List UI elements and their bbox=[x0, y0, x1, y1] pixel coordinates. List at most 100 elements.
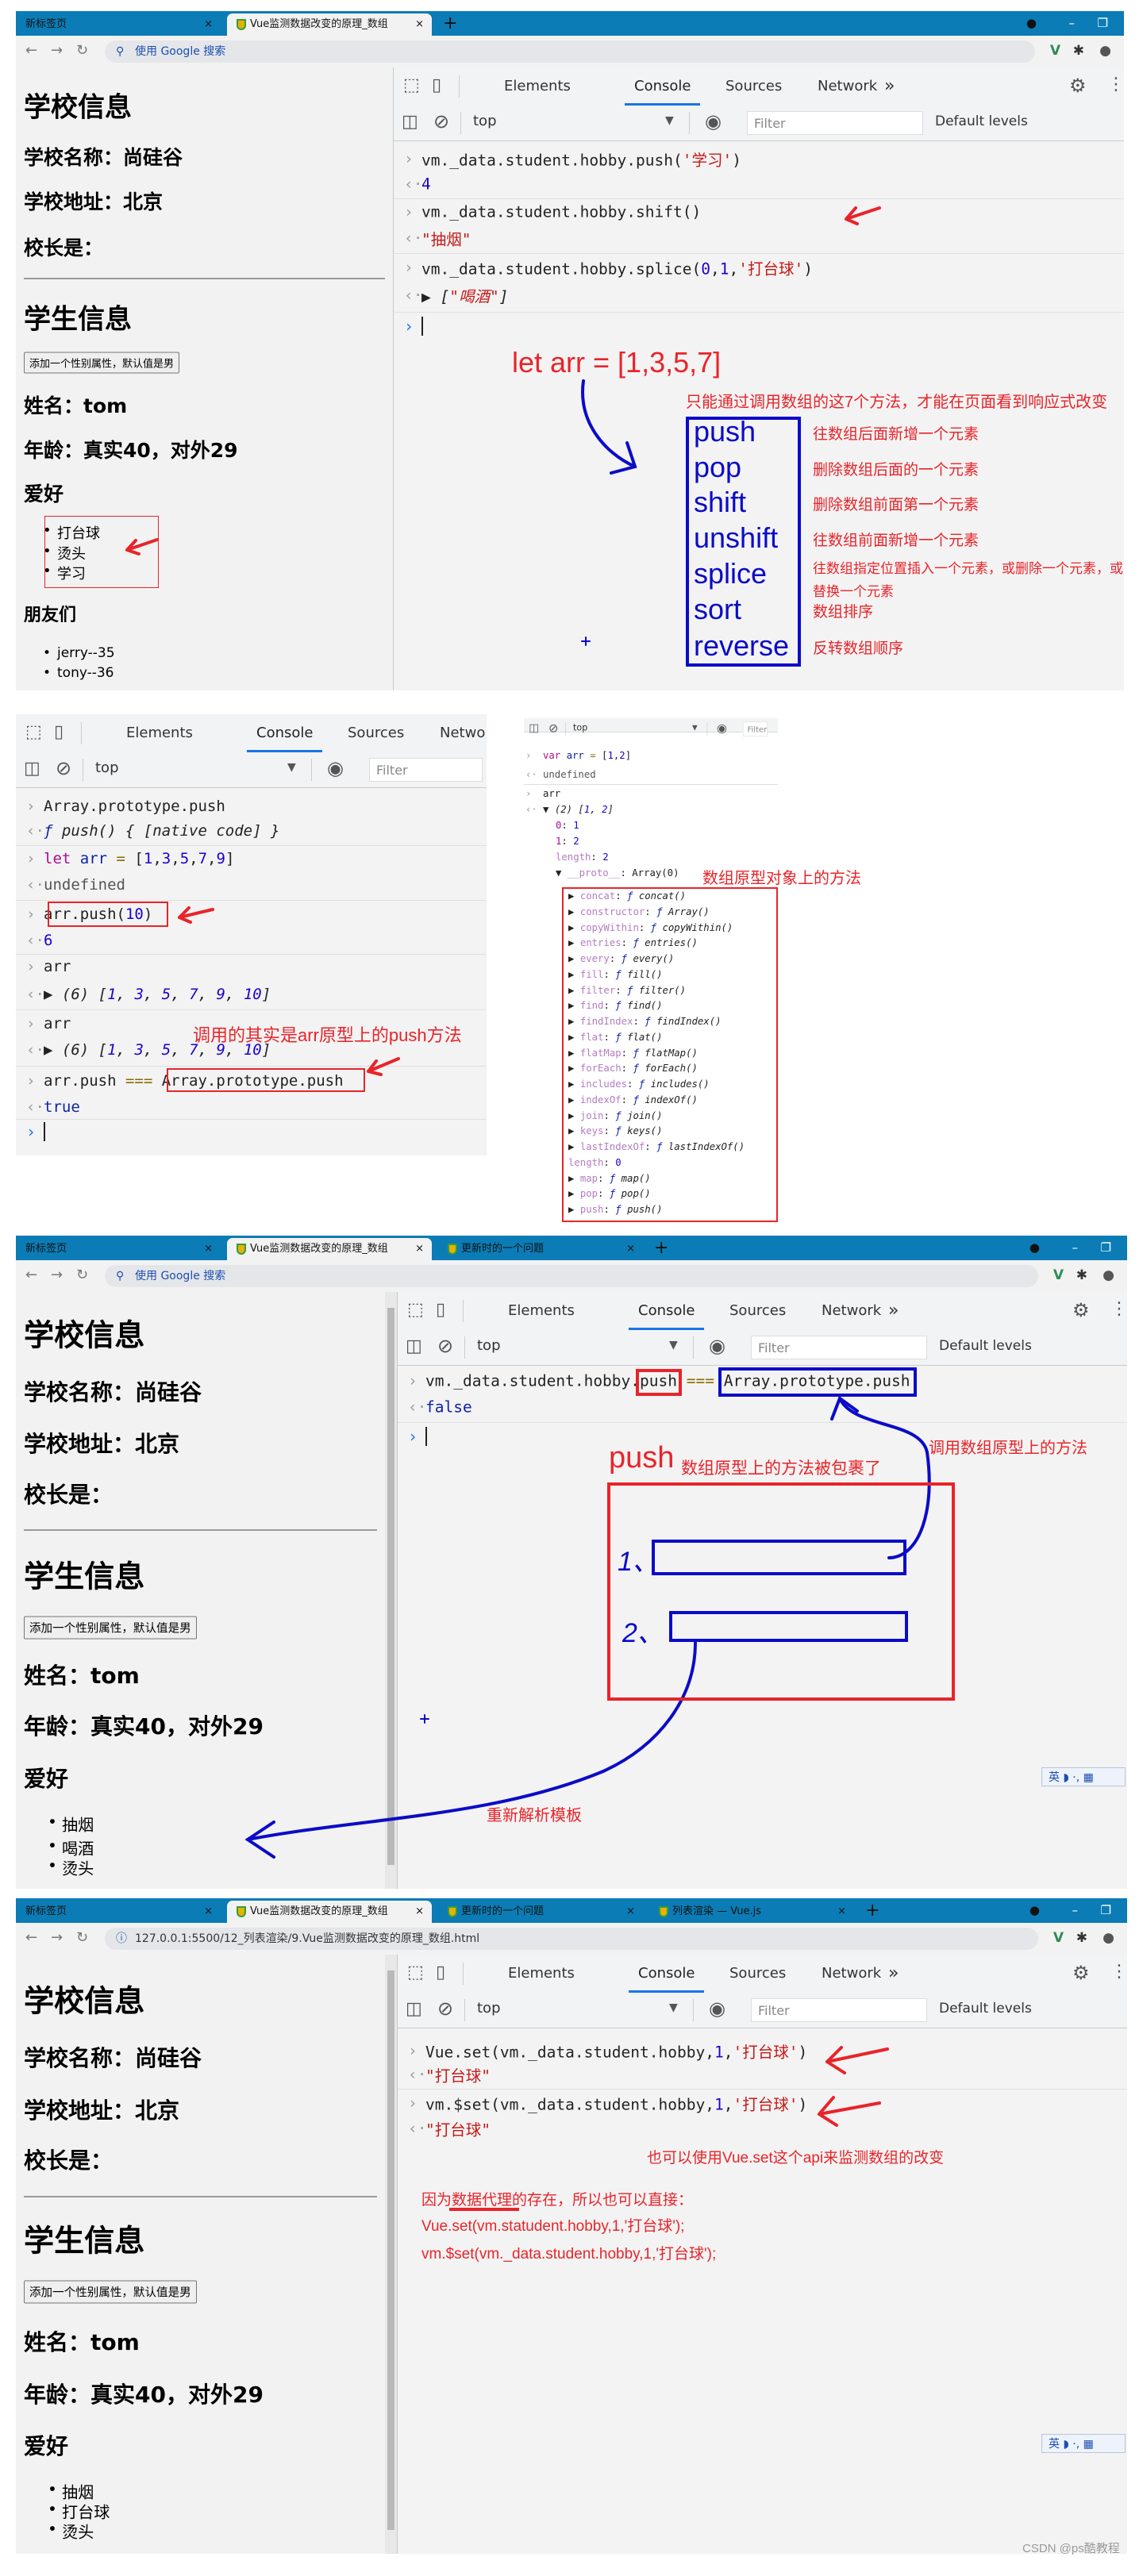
console-input-line[interactable]: vm._data.student.hobby.shift() bbox=[421, 203, 701, 221]
clear-console-icon[interactable]: ⊘ bbox=[437, 1335, 453, 1357]
close-tab-icon[interactable]: × bbox=[837, 1901, 846, 1923]
device-toolbar-icon[interactable]: ▯ bbox=[432, 75, 441, 95]
tab-elements[interactable]: Elements bbox=[504, 67, 571, 106]
inspect-element-icon[interactable]: ⬚ bbox=[25, 722, 42, 742]
filter-input[interactable]: Filter bbox=[742, 721, 768, 736]
chevron-down-icon[interactable]: ▼ bbox=[665, 114, 674, 127]
add-sex-button[interactable]: 添加一个性别属性，默认值是男 bbox=[24, 2280, 197, 2304]
clear-console-icon[interactable]: ⊘ bbox=[56, 757, 71, 779]
sidebar-toggle-icon[interactable]: ◫ bbox=[529, 722, 539, 735]
device-toolbar-icon[interactable]: ▯ bbox=[54, 722, 64, 742]
eye-icon[interactable]: ◉ bbox=[327, 757, 344, 779]
chevron-down-icon[interactable]: ▼ bbox=[692, 724, 698, 732]
account-icon[interactable]: ● bbox=[1103, 1267, 1114, 1283]
chevron-down-icon[interactable]: ▼ bbox=[669, 2001, 678, 2014]
browser-tab[interactable]: 新标签页 × bbox=[16, 1901, 221, 1923]
minimize-icon[interactable]: – bbox=[1072, 1898, 1079, 1923]
tab-sources[interactable]: Sources bbox=[729, 1955, 786, 1993]
more-tabs-button[interactable]: » bbox=[884, 67, 895, 106]
tab-network[interactable]: Network bbox=[822, 1292, 881, 1330]
new-tab-button[interactable]: + bbox=[443, 11, 457, 36]
eye-icon[interactable]: ◉ bbox=[709, 1997, 725, 2020]
forward-icon[interactable]: → bbox=[51, 1267, 63, 1283]
close-tab-icon[interactable]: × bbox=[415, 13, 424, 36]
reload-icon[interactable]: ↻ bbox=[76, 42, 88, 59]
scrollbar-thumb[interactable] bbox=[387, 1308, 394, 1865]
scrollbar-thumb[interactable] bbox=[387, 1970, 394, 2530]
tab-console[interactable]: Console bbox=[624, 67, 702, 106]
sidebar-toggle-icon[interactable]: ◫ bbox=[24, 759, 40, 779]
ime-indicator[interactable]: 英 ◗ ·, ▦ bbox=[1041, 1767, 1126, 1786]
tab-console[interactable]: Console bbox=[628, 1292, 706, 1330]
address-bar[interactable]: ⚲ 使用 Google 搜索 bbox=[105, 40, 1035, 63]
tab-network[interactable]: Network bbox=[822, 1955, 881, 1993]
context-select[interactable]: top bbox=[573, 723, 587, 733]
chevron-down-icon[interactable]: ▼ bbox=[669, 1339, 678, 1351]
page-scrollbar[interactable] bbox=[385, 1955, 397, 2554]
more-tabs-button[interactable]: » bbox=[888, 1955, 899, 1993]
tab-console[interactable]: Console bbox=[246, 714, 324, 752]
browser-tab[interactable]: 新标签页 × bbox=[16, 1238, 221, 1260]
reload-icon[interactable]: ↻ bbox=[76, 1929, 88, 1946]
account-icon[interactable]: ● bbox=[1103, 1930, 1114, 1946]
console-input-line[interactable]: vm._data.student.hobby.splice(0,1,'打台球') bbox=[421, 256, 813, 279]
extensions-icon[interactable]: ✱ bbox=[1076, 1930, 1087, 1946]
tab-sources[interactable]: Sources bbox=[348, 714, 404, 752]
console-prompt-input[interactable] bbox=[421, 317, 423, 336]
clear-console-icon[interactable]: ⊘ bbox=[548, 721, 558, 735]
extensions-icon[interactable]: ✱ bbox=[1073, 43, 1084, 59]
clear-console-icon[interactable]: ⊘ bbox=[437, 1997, 453, 2020]
add-sex-button[interactable]: 添加一个性别属性，默认值是男 bbox=[24, 1616, 197, 1640]
context-select[interactable]: top bbox=[473, 113, 497, 129]
add-sex-button[interactable]: 添加一个性别属性，默认值是男 bbox=[24, 352, 180, 374]
inspect-element-icon[interactable]: ⬚ bbox=[407, 1963, 424, 1982]
more-tabs-button[interactable]: » bbox=[888, 1292, 899, 1330]
minimize-icon[interactable]: – bbox=[1069, 11, 1076, 36]
eye-icon[interactable]: ◉ bbox=[717, 721, 727, 735]
console-input-line[interactable]: vm.$set(vm._data.student.hobby,1,'打台球') bbox=[425, 2092, 807, 2115]
filter-input[interactable]: Filter bbox=[747, 111, 923, 135]
close-tab-icon[interactable]: × bbox=[415, 1901, 424, 1923]
address-bar[interactable]: ⓘ 127.0.0.1:5500/12_列表渲染/9.Vue监测数据改变的原理_数… bbox=[105, 1928, 1038, 1950]
context-select[interactable]: top bbox=[477, 1337, 501, 1354]
kebab-menu-icon[interactable]: ⋮ bbox=[1107, 75, 1124, 94]
console-prompt-input[interactable] bbox=[44, 1122, 45, 1141]
filter-input[interactable]: Filter bbox=[751, 1336, 927, 1359]
gear-icon[interactable]: ⚙ bbox=[1072, 1962, 1090, 1984]
back-icon[interactable]: ← bbox=[25, 1929, 37, 1946]
forward-icon[interactable]: → bbox=[51, 1929, 63, 1946]
browser-tab[interactable]: 更新时的一个问题 × bbox=[438, 1901, 643, 1923]
kebab-menu-icon[interactable]: ⋮ bbox=[1110, 1299, 1127, 1319]
minimize-icon[interactable]: – bbox=[1072, 1236, 1079, 1260]
sidebar-toggle-icon[interactable]: ◫ bbox=[406, 1336, 422, 1356]
default-levels-dropdown[interactable]: Default levels bbox=[939, 2001, 1032, 2017]
console-input-line[interactable]: arr bbox=[44, 958, 71, 975]
reload-icon[interactable]: ↻ bbox=[76, 1267, 88, 1283]
close-tab-icon[interactable]: × bbox=[204, 1901, 213, 1923]
vue-devtools-icon[interactable]: V bbox=[1053, 1267, 1064, 1283]
close-tab-icon[interactable]: × bbox=[415, 1238, 424, 1260]
close-tab-icon[interactable]: × bbox=[626, 1901, 635, 1923]
browser-tab[interactable]: 新标签页 × bbox=[16, 13, 221, 36]
sidebar-toggle-icon[interactable]: ◫ bbox=[406, 1999, 422, 2019]
console-input-line[interactable]: var arr = [1,2] bbox=[543, 750, 631, 761]
console-prompt-input[interactable] bbox=[425, 1427, 427, 1446]
tab-elements[interactable]: Elements bbox=[508, 1955, 575, 1993]
tab-elements[interactable]: Elements bbox=[126, 714, 193, 752]
clear-console-icon[interactable]: ⊘ bbox=[433, 110, 449, 133]
tab-sources[interactable]: Sources bbox=[729, 1292, 786, 1330]
page-scrollbar[interactable] bbox=[385, 1292, 397, 1889]
tab-network[interactable]: Network bbox=[818, 67, 877, 106]
eye-icon[interactable]: ◉ bbox=[709, 1335, 725, 1357]
console-input-line[interactable]: let arr = [1,3,5,7,9] bbox=[44, 850, 234, 867]
default-levels-dropdown[interactable]: Default levels bbox=[939, 1338, 1032, 1354]
filter-input[interactable]: Filter bbox=[751, 1998, 927, 2022]
console-input-line[interactable]: Vue.set(vm._data.student.hobby,1,'打台球') bbox=[425, 2040, 807, 2063]
profile-icon[interactable]: ● bbox=[1029, 1898, 1040, 1923]
back-icon[interactable]: ← bbox=[25, 42, 37, 59]
gear-icon[interactable]: ⚙ bbox=[1069, 75, 1087, 97]
address-bar[interactable]: ⚲ 使用 Google 搜索 bbox=[105, 1265, 1038, 1287]
tab-network[interactable]: Network bbox=[440, 714, 487, 752]
browser-tab[interactable]: 更新时的一个问题 × bbox=[438, 1238, 643, 1260]
filter-input[interactable]: Filter bbox=[369, 758, 483, 782]
